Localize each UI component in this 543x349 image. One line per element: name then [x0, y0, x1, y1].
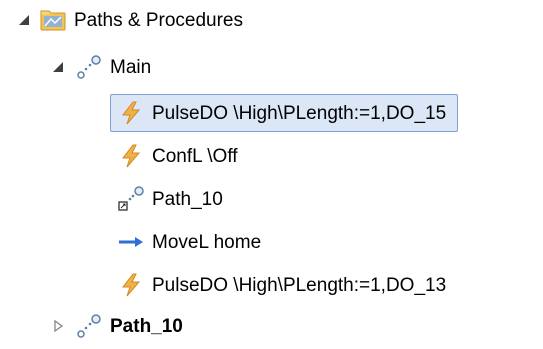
tree-node-main[interactable]: Main: [52, 47, 151, 87]
tree-item-label: Path_10: [152, 188, 223, 210]
tree-node-path10[interactable]: Path_10: [52, 306, 183, 346]
lightning-icon: [118, 100, 144, 126]
collapsed-triangle-icon[interactable]: [52, 319, 66, 333]
tree-node-paths-procedures[interactable]: Paths & Procedures: [18, 0, 243, 40]
tree-item-movel-home[interactable]: MoveL home: [118, 222, 261, 262]
tree-node-label: Main: [110, 56, 152, 78]
path-node-icon: [76, 313, 102, 339]
expanded-triangle-icon[interactable]: [52, 60, 66, 74]
tree-node-label: Path_10: [110, 315, 183, 337]
path-call-icon: [118, 186, 144, 212]
tree-item-pulsedo-do13[interactable]: PulseDO \High\PLength:=1,DO_13: [118, 265, 446, 305]
tree-item-pulsedo-do15[interactable]: PulseDO \High\PLength:=1,DO_15: [109, 93, 459, 133]
lightning-icon: [118, 272, 144, 298]
tree-item-label: MoveL home: [152, 231, 262, 253]
arrow-right-icon: [118, 229, 144, 255]
expanded-triangle-icon[interactable]: [18, 13, 32, 27]
tree-item-confl-off[interactable]: ConfL \Off: [118, 136, 238, 176]
folder-icon: [40, 7, 66, 33]
path-node-icon: [76, 54, 102, 80]
tree-node-label: Paths & Procedures: [74, 9, 243, 31]
tree-item-label: PulseDO \High\PLength:=1,DO_13: [152, 274, 447, 296]
tree-item-path10-call[interactable]: Path_10: [118, 179, 223, 219]
tree-item-label: PulseDO \High\PLength:=1,DO_15: [152, 102, 447, 124]
lightning-icon: [118, 143, 144, 169]
tree-item-label: ConfL \Off: [152, 145, 238, 167]
